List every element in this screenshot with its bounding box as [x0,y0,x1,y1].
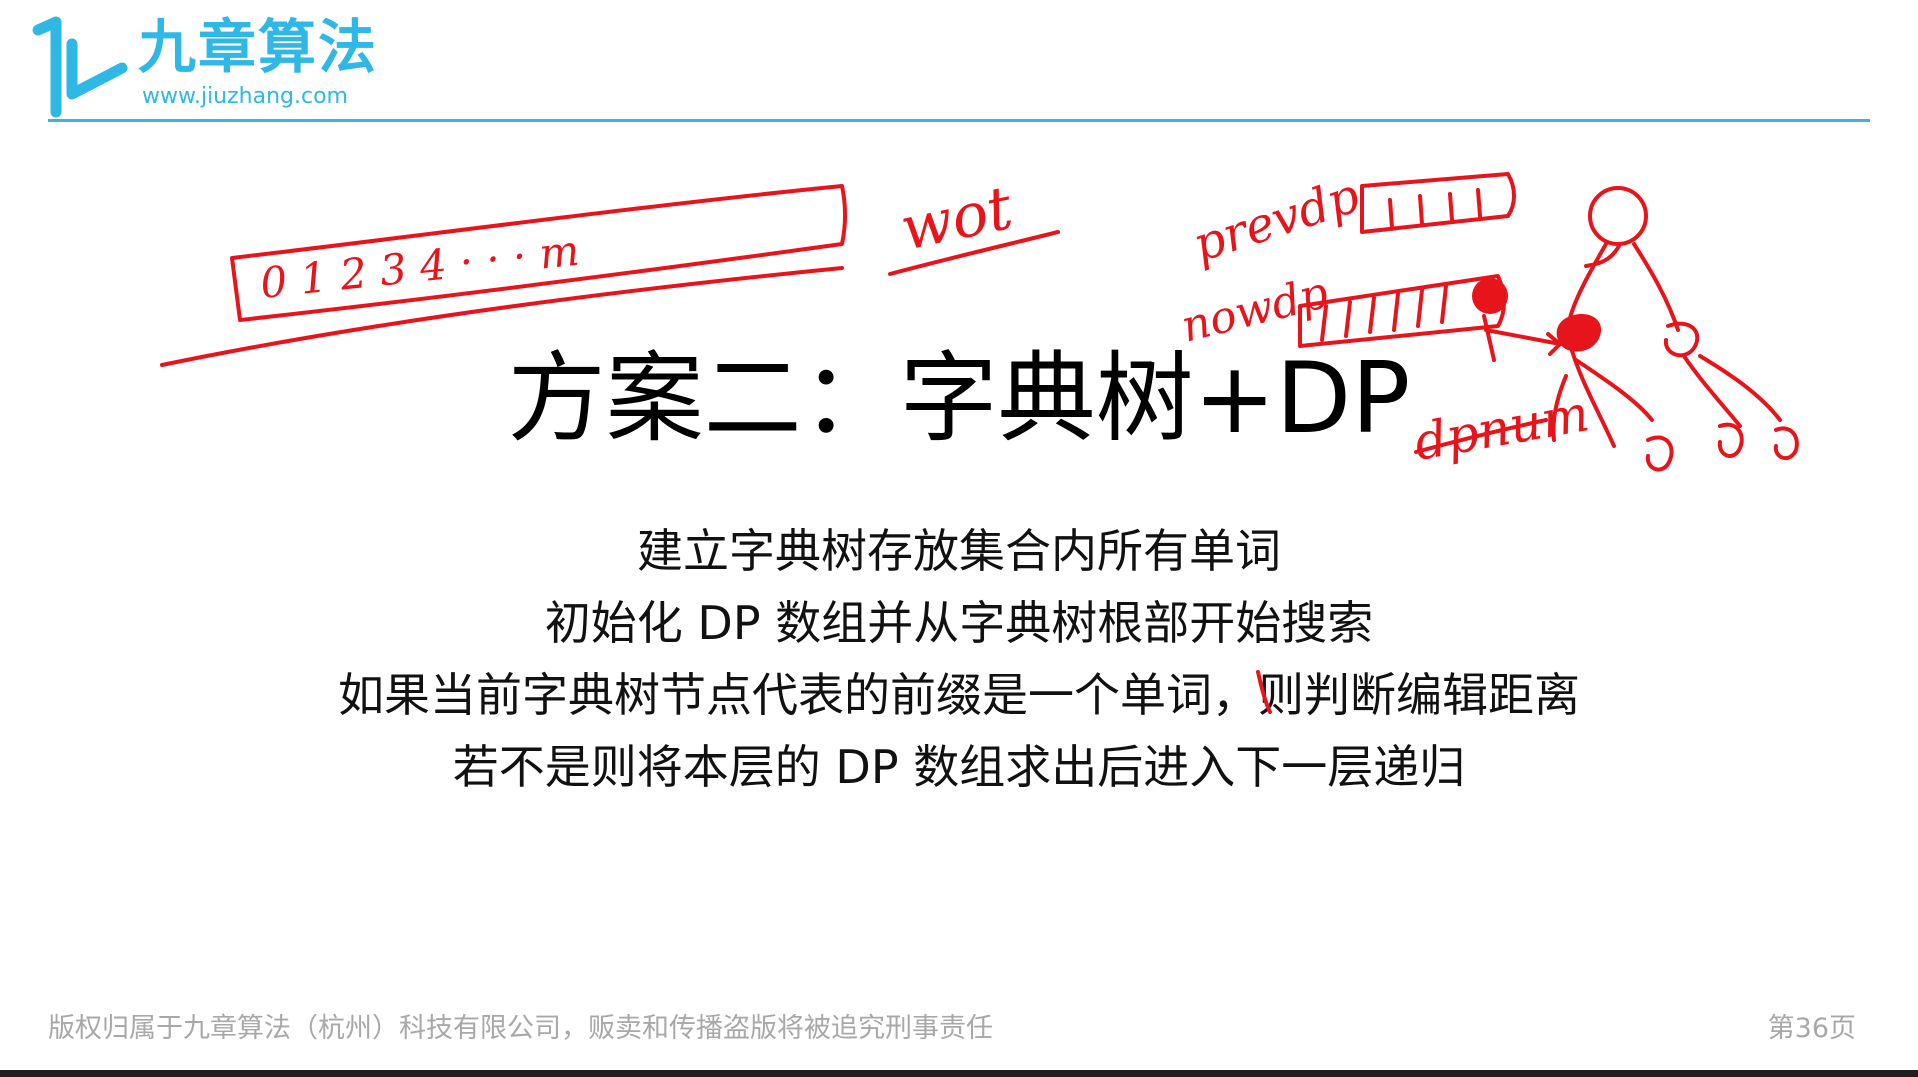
annotation-array-box [230,184,847,322]
annotation-array-label: 0 1 2 3 4 · · · m [258,226,582,308]
annotation-word-underline [888,230,1060,276]
bottom-strip [0,1070,1918,1077]
footer-copyright: 版权归属于九章算法（杭州）科技有限公司，贩卖和传播盗版将被追究刑事责任 [48,1013,993,1044]
page-number: 第36页 [1767,1013,1856,1044]
header-divider [48,119,1870,122]
annotation-nowdp-label: nowdp [1176,267,1333,352]
body-line: 初始化 DP 数组并从字典树根部开始搜索 [544,596,1374,650]
body-line: 若不是则将本层的 DP 数组求出后进入下一层递归 [452,740,1466,794]
annotation-trie-root [1588,186,1648,246]
jiuzhang-logo-icon [32,16,128,118]
logo-name: 九章算法 [138,13,379,81]
body-line: 建立字典树存放集合内所有单词 [637,524,1281,578]
annotation-prevdp-array [1360,172,1516,234]
jiuzhang-logo: 九章算法 www.jiuzhang.com [30,8,390,118]
logo-url: www.jiuzhang.com [142,84,348,109]
body-line: 如果当前字典树节点代表的前缀是一个单词，则判断编辑距离 [338,668,1580,722]
annotation-filled-cell [1472,278,1508,314]
slide: 九章算法 www.jiuzhang.com 方案二：字典树+DP 建立字典树存放… [0,0,1918,1070]
annotation-prevdp-label: prevdp [1186,167,1366,273]
slide-title: 方案二：字典树+DP [507,342,1411,456]
annotation-nowdp-array [1298,274,1506,348]
slide-body: 建立字典树存放集合内所有单词 初始化 DP 数组并从字典树根部开始搜索 如果当前… [0,515,1918,803]
annotation-word-label: wot [895,173,1020,265]
annotation-trie-filled-node [1556,314,1602,352]
